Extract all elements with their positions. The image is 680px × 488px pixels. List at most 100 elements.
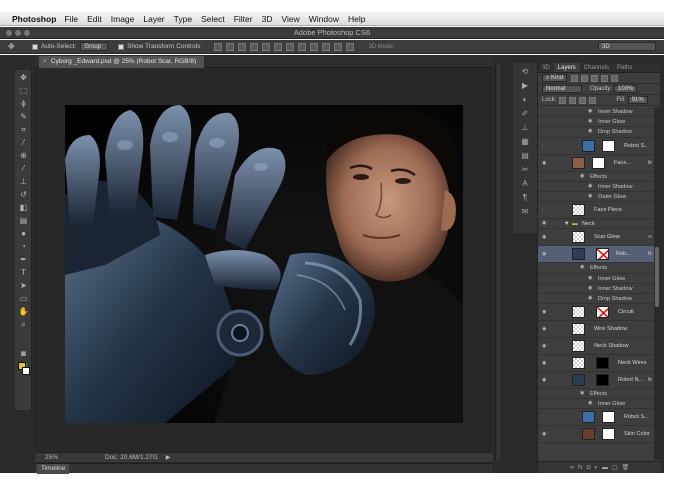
blur-tool-icon[interactable]: ● (18, 228, 29, 239)
layer-effect-row[interactable]: ◉ Inner Shadow (538, 284, 655, 294)
crop-tool-icon[interactable]: ⌗ (18, 124, 29, 135)
clone-source-panel-icon[interactable]: ⊥ (519, 123, 531, 133)
eye-icon[interactable]: ◉ (542, 327, 548, 332)
layer-effect-row[interactable]: ◉ Outer Glow (538, 192, 655, 203)
pen-tool-icon[interactable]: ✒ (18, 254, 29, 265)
layer-row[interactable]: ◉ Robot N... fx (538, 372, 655, 390)
distribute-center-icon[interactable] (334, 42, 343, 51)
eye-icon[interactable]: ◉ (542, 160, 548, 166)
tab-3d[interactable]: 3D (538, 63, 554, 72)
layer-mask-thumbnail[interactable] (596, 357, 609, 370)
distribute-top-icon[interactable] (286, 42, 295, 51)
menu-filter[interactable]: Filter (234, 14, 253, 24)
layer-mask-thumbnail[interactable] (602, 428, 615, 441)
auto-select-checkbox[interactable] (32, 43, 38, 50)
eye-icon[interactable]: ◉ (542, 252, 548, 257)
menu-window[interactable]: Window (309, 14, 339, 24)
workspace-switcher[interactable]: 3D (598, 42, 656, 51)
menu-layer[interactable]: Layer (143, 14, 164, 24)
blend-mode-dropdown[interactable]: Normal (542, 85, 582, 93)
align-top-icon[interactable] (214, 42, 223, 51)
link-layers-icon[interactable]: ∞ (570, 465, 574, 471)
character-panel-icon[interactable]: A (519, 179, 531, 189)
eye-icon[interactable]: ◉ (588, 401, 594, 406)
quick-mask-icon[interactable]: ◙ (18, 348, 29, 359)
zoom-tool-icon[interactable]: ⌕ (18, 319, 29, 330)
type-tool-icon[interactable]: T (18, 267, 29, 278)
layer-row[interactable]: ◉ Neck Wires (538, 355, 655, 373)
filter-shape-icon[interactable] (601, 74, 609, 82)
layer-group-row[interactable]: ◉ ▼ ▬ Neck (538, 219, 655, 230)
background-color-swatch[interactable] (22, 367, 30, 375)
filter-smart-object-icon[interactable] (611, 74, 619, 82)
canvas-vertical-scrollbar[interactable] (495, 63, 501, 461)
eye-icon[interactable]: ◉ (580, 173, 586, 179)
eye-icon[interactable]: ◉ (542, 310, 548, 315)
filter-type-icon[interactable] (591, 74, 599, 82)
align-bottom-icon[interactable] (238, 42, 247, 51)
new-layer-icon[interactable]: ▢ (612, 464, 618, 471)
opacity-field[interactable]: 100% (614, 85, 638, 93)
tab-channels[interactable]: Channels (580, 63, 613, 72)
layer-row[interactable]: ◉ Face... fx (538, 155, 655, 172)
eye-icon[interactable]: ◉ (542, 361, 548, 366)
eye-icon[interactable]: ◉ (542, 378, 548, 383)
layer-effect-row[interactable]: ◉ Drop Shadow (538, 127, 655, 138)
visibility-toggle-icon[interactable]: □ (542, 208, 548, 213)
layer-effect-row[interactable]: ◉ Inner Glow (538, 117, 655, 128)
timeline-tab[interactable]: Timeline (37, 464, 70, 474)
layer-row-selected[interactable]: ◉ Rob... fx (538, 246, 655, 264)
tool-presets-panel-icon[interactable]: ✂ (519, 165, 531, 175)
document-canvas[interactable] (65, 105, 463, 423)
eye-icon[interactable]: ◉ (580, 265, 586, 270)
layer-effect-row[interactable]: ◉ Inner Shadow (538, 107, 655, 118)
layer-mask-thumbnail[interactable] (596, 374, 609, 387)
marquee-tool-icon[interactable]: ⬚ (18, 85, 29, 96)
paragraph-panel-icon[interactable]: ¶ (519, 193, 531, 203)
layer-row[interactable]: □ Robot S... (538, 138, 655, 155)
eye-icon[interactable]: ◉ (588, 129, 594, 134)
shape-tool-icon[interactable]: ▭ (18, 293, 29, 304)
layer-effect-row[interactable]: ◉ Inner Glow (538, 274, 655, 284)
add-mask-icon[interactable]: ◘ (587, 465, 591, 471)
filter-pixel-icon[interactable] (571, 74, 579, 82)
properties-panel-icon[interactable]: ▦ (519, 137, 531, 147)
fill-field[interactable]: 91% (627, 96, 648, 104)
status-menu-arrow-icon[interactable]: ▶ (166, 454, 171, 461)
zoom-level-field[interactable]: 25% (45, 454, 85, 461)
actions-panel-icon[interactable]: ▶ (519, 81, 531, 91)
distribute-middle-icon[interactable] (298, 42, 307, 51)
quick-select-tool-icon[interactable]: ✎ (18, 111, 29, 122)
tab-paths[interactable]: Paths (613, 63, 636, 72)
add-style-icon[interactable]: fx (578, 465, 583, 471)
history-panel-icon[interactable]: ⟲ (519, 67, 531, 77)
align-left-icon[interactable] (250, 42, 259, 51)
menu-file[interactable]: File (64, 14, 78, 24)
menu-select[interactable]: Select (201, 14, 225, 24)
layer-effect-row[interactable]: ◉ Drop Shadow (538, 294, 655, 305)
eye-icon[interactable]: ◉ (588, 119, 594, 124)
distribute-left-icon[interactable] (322, 42, 331, 51)
lasso-tool-icon[interactable]: ϕ (18, 98, 29, 109)
layer-row[interactable]: ◉ Skin Color (538, 426, 655, 444)
layer-row[interactable]: ◉ Wire Shadow (538, 321, 655, 339)
lock-transparent-icon[interactable] (559, 96, 567, 104)
menu-image[interactable]: Image (111, 14, 135, 24)
menu-type[interactable]: Type (174, 14, 192, 24)
eyedropper-tool-icon[interactable]: ⁄ (18, 137, 29, 148)
notes-panel-icon[interactable]: ✉ (519, 207, 531, 217)
layer-effects-header[interactable]: ◉ Effects (538, 172, 655, 182)
move-tool-icon[interactable]: ✥ (8, 42, 22, 51)
layer-mask-thumbnail[interactable] (596, 306, 609, 319)
layer-mask-thumbnail[interactable] (602, 139, 615, 152)
document-tab[interactable]: × Cyborg _Edward.psd @ 25% (Robot Scar, R… (39, 56, 205, 68)
close-tab-icon[interactable]: × (43, 58, 47, 65)
eye-icon[interactable]: ◉ (542, 344, 548, 349)
eye-icon[interactable]: ◉ (588, 193, 594, 199)
menu-help[interactable]: Help (348, 14, 365, 24)
dodge-tool-icon[interactable]: ◔ (18, 241, 29, 252)
zoom-window-button[interactable] (24, 30, 30, 36)
transform-controls-checkbox[interactable] (118, 43, 125, 50)
filter-adjustment-icon[interactable] (581, 74, 589, 82)
layers-scrollbar[interactable] (654, 107, 660, 460)
